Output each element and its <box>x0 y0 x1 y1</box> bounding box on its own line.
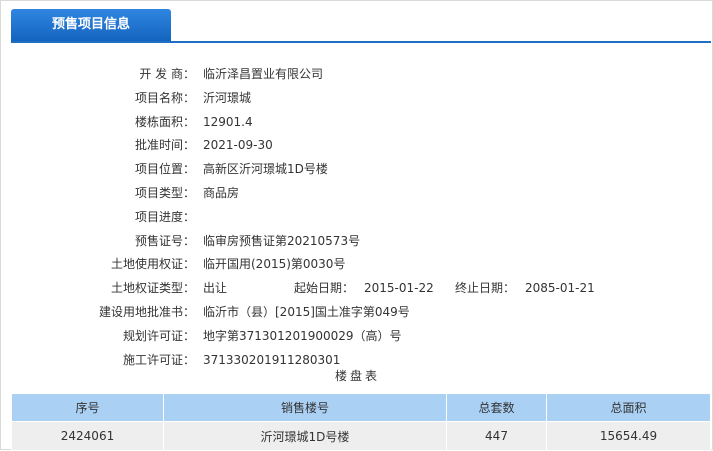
approval-date-label: 批准时间： <box>134 138 195 153</box>
project-location-value: 高新区沂河璟城1D号楼 <box>203 162 328 177</box>
project-progress-label: 项目进度： <box>134 209 195 224</box>
info-row-land-approval: 建设用地批准书： 临沂市（县）[2015]国土准字第049号 <box>1 301 713 325</box>
presale-cert-value: 临审房预售证第20210573号 <box>203 233 361 248</box>
info-row-presale-cert: 预售证号： 临审房预售证第20210573号 <box>1 230 713 254</box>
developer-label: 开 发 商： <box>139 67 195 81</box>
presale-cert-label: 预售证号： <box>134 233 195 248</box>
info-row-planning-permit: 规划许可证： 地字第371301201900029（高）号 <box>1 325 713 349</box>
land-use-cert-label: 土地使用权证： <box>110 257 195 272</box>
approval-date-value: 2021-09-30 <box>203 138 273 153</box>
planning-permit-label: 规划许可证： <box>122 328 195 343</box>
info-row-project-type: 项目类型： 商品房 <box>1 182 713 206</box>
tab-presale-project-info[interactable]: 预售项目信息 <box>11 9 171 41</box>
land-cert-type-label: 土地权证类型： <box>110 281 195 296</box>
planning-permit-value: 地字第371301201900029（高）号 <box>203 328 402 343</box>
column-header-area: 总面积 <box>546 393 711 422</box>
info-row-land-cert-type: 土地权证类型： 出让 起始日期： 2015-01-22 终止日期： 2085-0… <box>1 277 713 301</box>
project-info-list: 开 发 商： 临沂泽昌置业有限公司 项目名称： 沂河璟城 楼栋面积： 12901… <box>1 63 713 372</box>
project-name-value: 沂河璟城 <box>203 90 252 105</box>
cell-building[interactable]: 沂河璟城1D号楼 <box>163 421 447 451</box>
info-row-building-area: 楼栋面积： 12901.4 <box>1 111 713 135</box>
developer-value: 临沂泽昌置业有限公司 <box>203 67 324 81</box>
presale-info-panel: 预售项目信息 开 发 商： 临沂泽昌置业有限公司 项目名称： 沂河璟城 楼栋面积… <box>0 0 713 451</box>
cell-units: 447 <box>446 421 547 451</box>
project-type-value: 商品房 <box>203 185 240 200</box>
land-use-cert-value: 临开国用(2015)第0030号 <box>203 257 346 272</box>
tab-bar: 预售项目信息 <box>11 9 711 43</box>
start-date-label: 起始日期： <box>294 281 355 296</box>
land-approval-label: 建设用地批准书： <box>98 304 195 319</box>
info-row-approval-date: 批准时间： 2021-09-30 <box>1 134 713 158</box>
cell-serial: 2424061 <box>11 421 164 451</box>
land-approval-value: 临沂市（县）[2015]国土准字第049号 <box>203 304 410 319</box>
building-area-label: 楼栋面积： <box>134 114 195 129</box>
project-name-label: 项目名称： <box>134 90 195 105</box>
info-row-developer: 开 发 商： 临沂泽昌置业有限公司 <box>1 63 713 87</box>
building-area-value: 12901.4 <box>203 114 253 129</box>
info-row-land-use-cert: 土地使用权证： 临开国用(2015)第0030号 <box>1 253 713 277</box>
end-date-label: 终止日期： <box>455 281 516 296</box>
project-type-label: 项目类型： <box>134 185 195 200</box>
end-date-value: 2085-01-21 <box>525 281 595 296</box>
column-header-units: 总套数 <box>446 393 547 422</box>
land-cert-type-value: 出让 <box>203 281 228 296</box>
start-date-value: 2015-01-22 <box>364 281 434 296</box>
column-header-serial: 序号 <box>11 393 164 422</box>
info-row-project-name: 项目名称： 沂河璟城 <box>1 87 713 111</box>
cell-area: 15654.49 <box>546 421 711 451</box>
project-location-label: 项目位置： <box>134 162 195 177</box>
column-header-building: 销售楼号 <box>163 393 447 422</box>
building-table: 序号 销售楼号 总套数 总面积 2424061 沂河璟城1D号楼 447 156… <box>11 393 711 451</box>
building-table-title: 楼盘表 <box>334 369 380 383</box>
table-row[interactable]: 2424061 沂河璟城1D号楼 447 15654.49 <box>11 421 711 451</box>
info-row-project-progress: 项目进度： <box>1 206 713 230</box>
table-header-row: 序号 销售楼号 总套数 总面积 <box>11 393 711 422</box>
info-row-project-location: 项目位置： 高新区沂河璟城1D号楼 <box>1 158 713 182</box>
